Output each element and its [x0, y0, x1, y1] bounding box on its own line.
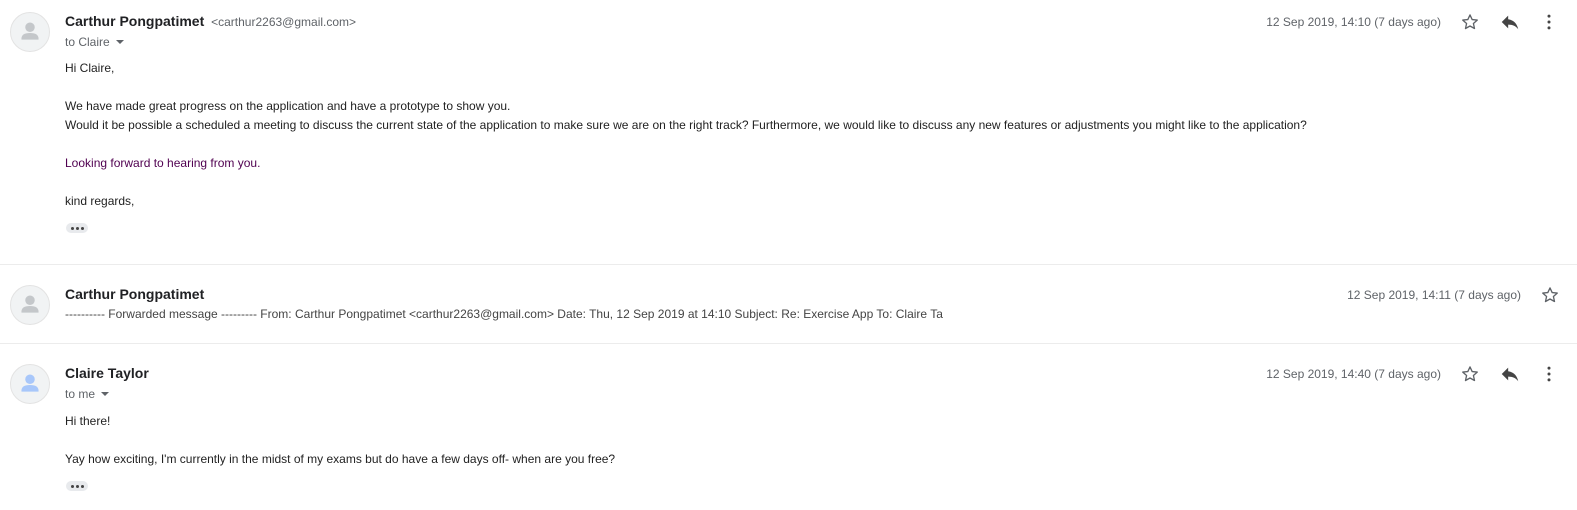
recipients-label: to Claire	[65, 35, 110, 49]
recipients-dropdown[interactable]: to Claire	[65, 34, 124, 50]
sender-line: Carthur Pongpatimet <carthur2263@gmail.c…	[65, 12, 356, 31]
sender-line: Claire Taylor	[65, 364, 149, 382]
sender-name: Carthur Pongpatimet	[65, 13, 205, 29]
avatar[interactable]	[10, 12, 50, 52]
message-body: Hi there! Yay how exciting, I'm currentl…	[65, 412, 615, 469]
message-snippet: ---------- Forwarded message --------- F…	[65, 307, 943, 321]
body-greeting: Hi there!	[65, 414, 111, 428]
more-options-button[interactable]	[1537, 362, 1561, 386]
reply-icon	[1501, 367, 1519, 382]
star-icon	[1462, 366, 1478, 382]
dot	[80, 484, 84, 488]
reply-button[interactable]	[1498, 10, 1522, 34]
more-vert-icon	[1547, 366, 1551, 382]
dot	[75, 226, 79, 230]
show-trimmed-content-button[interactable]	[66, 481, 88, 491]
body-greeting: Hi Claire,	[65, 61, 115, 75]
star-icon	[1542, 287, 1558, 303]
message-body: Hi Claire, We have made great progress o…	[65, 59, 1307, 211]
reply-icon	[1501, 15, 1519, 30]
body-signoff: kind regards,	[65, 194, 135, 208]
message-timestamp: 12 Sep 2019, 14:10 (7 days ago)	[1266, 15, 1441, 29]
recipients-label: to me	[65, 387, 96, 401]
sender-email: <carthur2263@gmail.com>	[211, 15, 357, 29]
person-icon	[21, 374, 39, 392]
recipients-dropdown[interactable]: to me	[65, 386, 110, 402]
body-paragraph: Looking forward to hearing from you.	[65, 156, 261, 170]
sender-name: Carthur Pongpatimet	[65, 286, 205, 302]
person-icon	[21, 22, 39, 40]
star-icon	[1462, 14, 1478, 30]
star-button[interactable]	[1458, 10, 1482, 34]
dot	[75, 484, 79, 488]
star-button[interactable]	[1538, 283, 1562, 307]
email-message-3: Claire Taylor to me 12 Sep 2019, 14:40 (…	[0, 344, 1577, 510]
body-paragraph: We have made great progress on the appli…	[65, 99, 511, 113]
avatar[interactable]	[10, 364, 50, 404]
person-icon	[21, 295, 39, 313]
sender-name: Claire Taylor	[65, 365, 149, 381]
body-paragraph: Would it be possible a scheduled a meeti…	[65, 118, 1307, 132]
dot	[70, 484, 74, 488]
reply-button[interactable]	[1498, 362, 1522, 386]
more-options-button[interactable]	[1537, 10, 1561, 34]
message-timestamp: 12 Sep 2019, 14:40 (7 days ago)	[1266, 367, 1441, 381]
sender-line: Carthur Pongpatimet	[65, 285, 204, 303]
email-message-1: Carthur Pongpatimet <carthur2263@gmail.c…	[0, 0, 1577, 264]
more-vert-icon	[1547, 14, 1551, 30]
show-trimmed-content-button[interactable]	[66, 223, 88, 233]
body-paragraph: Yay how exciting, I'm currently in the m…	[65, 452, 616, 466]
dot	[70, 226, 74, 230]
email-message-2[interactable]: Carthur Pongpatimet ---------- Forwarded…	[0, 264, 1577, 344]
star-button[interactable]	[1458, 362, 1482, 386]
message-timestamp: 12 Sep 2019, 14:11 (7 days ago)	[1347, 288, 1521, 302]
avatar[interactable]	[10, 285, 50, 325]
caret-down-icon	[101, 392, 110, 396]
dot	[80, 226, 84, 230]
caret-down-icon	[115, 40, 124, 44]
